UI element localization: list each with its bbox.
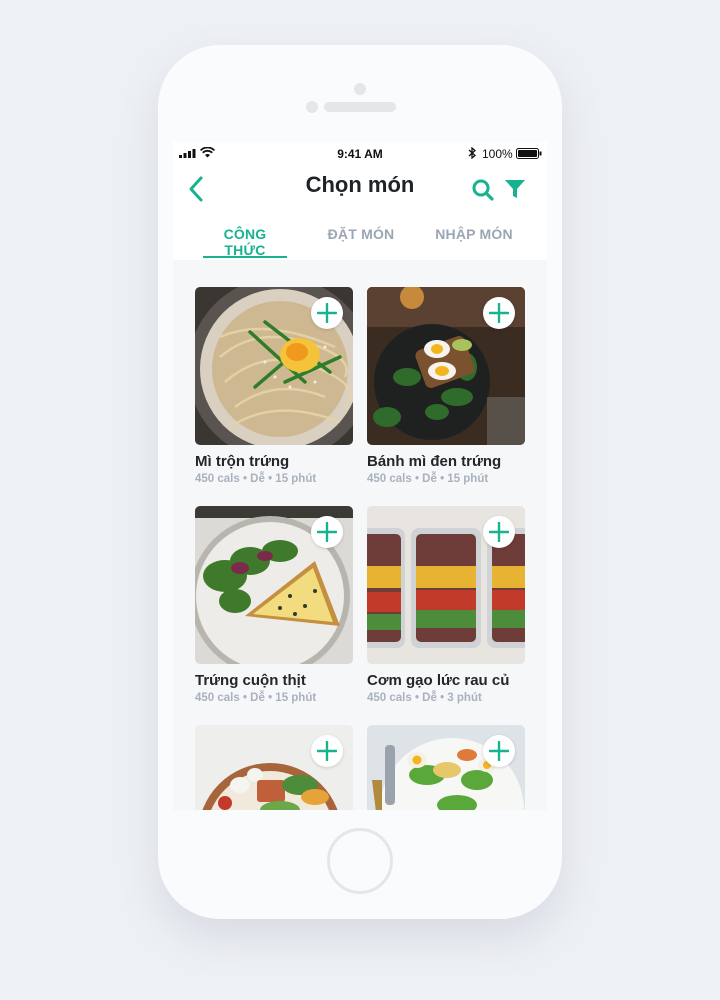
- plus-icon: [489, 522, 509, 542]
- recipe-card[interactable]: Bánh mì đen trứng 450 cals • Dễ • 15 phú…: [367, 287, 525, 485]
- recipe-title: Cơm gạo lức rau củ: [367, 672, 510, 689]
- recipe-card[interactable]: Mì trộn trứng 450 cals • Dễ • 15 phút: [195, 287, 353, 485]
- recipe-card[interactable]: Cơm gạo lức rau củ 450 cals • Dễ • 3 phú…: [367, 506, 525, 704]
- recipe-image: [367, 725, 525, 810]
- recipe-image: [195, 287, 353, 445]
- recipe-meta: 450 cals • Dễ • 3 phút: [367, 692, 482, 704]
- tab-bar: CÔNG THỨC ĐẶT MÓN NHẬP MÓN: [173, 214, 547, 258]
- recipe-meta: 450 cals • Dễ • 15 phút: [195, 473, 317, 485]
- recipe-image: [195, 725, 353, 810]
- battery-icon: [516, 148, 542, 159]
- add-recipe-button[interactable]: [311, 516, 343, 548]
- front-camera: [354, 83, 366, 95]
- sensor-dot: [306, 101, 318, 113]
- plus-icon: [317, 741, 337, 761]
- phone-frame: 9:41 AM 100% Chọn món CÔNG THỨC ĐẶT MÓN …: [158, 45, 562, 919]
- recipe-card[interactable]: [195, 725, 353, 810]
- plus-icon: [317, 522, 337, 542]
- recipe-meta: 450 cals • Dễ • 15 phút: [367, 473, 489, 485]
- add-recipe-button[interactable]: [483, 297, 515, 329]
- recipe-card[interactable]: [367, 725, 525, 810]
- tab-cong-thuc[interactable]: CÔNG THỨC: [203, 226, 287, 258]
- recipe-meta: 450 cals • Dễ • 15 phút: [195, 692, 317, 704]
- add-recipe-button[interactable]: [483, 735, 515, 767]
- active-tab-indicator: [203, 256, 287, 258]
- home-button[interactable]: [327, 828, 393, 894]
- search-icon: [472, 179, 494, 201]
- tab-nhap-mon[interactable]: NHẬP MÓN: [431, 226, 517, 242]
- recipe-image: [367, 506, 525, 664]
- status-bar: 9:41 AM 100%: [173, 142, 547, 164]
- earpiece-speaker: [324, 102, 396, 112]
- plus-icon: [489, 303, 509, 323]
- recipe-image: [367, 287, 525, 445]
- add-recipe-button[interactable]: [483, 516, 515, 548]
- recipe-title: Mì trộn trứng: [195, 453, 290, 470]
- app-header: Chọn món: [173, 164, 547, 214]
- add-recipe-button[interactable]: [311, 735, 343, 767]
- filter-button[interactable]: [503, 177, 527, 201]
- recipe-title: Bánh mì đen trứng: [367, 453, 502, 470]
- search-button[interactable]: [471, 178, 495, 202]
- filter-icon: [505, 180, 525, 198]
- bluetooth-icon: [468, 147, 476, 159]
- plus-icon: [317, 303, 337, 323]
- recipe-title: Trứng cuộn thịt: [195, 672, 306, 689]
- add-recipe-button[interactable]: [311, 297, 343, 329]
- plus-icon: [489, 741, 509, 761]
- recipe-card[interactable]: Trứng cuộn thịt 450 cals • Dễ • 15 phút: [195, 506, 353, 704]
- app-screen: 9:41 AM 100% Chọn món CÔNG THỨC ĐẶT MÓN …: [173, 142, 547, 810]
- tab-dat-mon[interactable]: ĐẶT MÓN: [321, 226, 401, 242]
- recipe-image: [195, 506, 353, 664]
- recipe-grid: Mì trộn trứng 450 cals • Dễ • 15 phút Bá…: [173, 260, 547, 810]
- battery-percent: 100%: [482, 147, 513, 161]
